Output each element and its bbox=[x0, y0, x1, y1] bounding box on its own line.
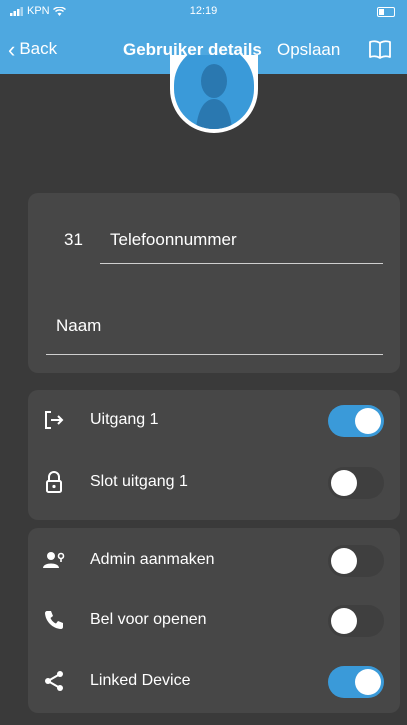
country-code[interactable]: 31 bbox=[64, 230, 83, 250]
bel-toggle[interactable] bbox=[328, 605, 384, 637]
book-icon[interactable] bbox=[368, 38, 392, 60]
back-label: Back bbox=[19, 39, 58, 58]
status-time: 12:19 bbox=[189, 5, 218, 17]
toggle-knob bbox=[331, 608, 357, 634]
uitgang-toggle[interactable] bbox=[328, 405, 384, 437]
chevron-left-icon: ‹ bbox=[8, 36, 16, 62]
phone-underline bbox=[100, 263, 383, 264]
toggle-knob bbox=[355, 669, 381, 695]
phone-icon bbox=[45, 611, 63, 629]
exit-arrow-icon bbox=[45, 411, 64, 429]
admin-toggle[interactable] bbox=[328, 545, 384, 577]
phone-input[interactable]: Telefoonnummer bbox=[110, 230, 237, 250]
toggle-knob bbox=[331, 470, 357, 496]
settings-card: Admin aanmaken Bel voor openen Linked De… bbox=[28, 528, 400, 713]
output-label: Slot uitgang 1 bbox=[90, 473, 188, 490]
name-input[interactable]: Naam bbox=[56, 316, 101, 336]
battery-icon bbox=[377, 7, 395, 17]
setting-label: Admin aanmaken bbox=[90, 551, 215, 568]
setting-row-bel: Bel voor openen bbox=[28, 590, 400, 650]
setting-row-admin: Admin aanmaken bbox=[28, 530, 400, 590]
output-row-slot: Slot uitgang 1 bbox=[28, 452, 400, 512]
slot-uitgang-toggle[interactable] bbox=[328, 467, 384, 499]
lock-icon bbox=[46, 471, 62, 493]
setting-label: Bel voor openen bbox=[90, 611, 207, 628]
user-info-card: 31 Telefoonnummer Naam bbox=[28, 193, 400, 373]
add-admin-icon bbox=[43, 552, 65, 568]
setting-row-linked: Linked Device bbox=[28, 651, 400, 711]
linked-device-toggle[interactable] bbox=[328, 666, 384, 698]
outputs-card: Uitgang 1 Slot uitgang 1 bbox=[28, 390, 400, 520]
name-underline bbox=[46, 354, 383, 355]
share-icon bbox=[45, 671, 63, 691]
avatar[interactable] bbox=[170, 55, 258, 133]
setting-label: Linked Device bbox=[90, 672, 191, 689]
person-silhouette-icon bbox=[196, 64, 232, 129]
toggle-knob bbox=[355, 408, 381, 434]
save-button[interactable]: Opslaan bbox=[277, 40, 340, 60]
output-label: Uitgang 1 bbox=[90, 411, 159, 428]
status-bar: KPN 12:19 bbox=[0, 0, 407, 24]
back-button[interactable]: ‹ Back bbox=[8, 36, 58, 62]
output-row-uitgang: Uitgang 1 bbox=[28, 390, 400, 450]
toggle-knob bbox=[331, 548, 357, 574]
